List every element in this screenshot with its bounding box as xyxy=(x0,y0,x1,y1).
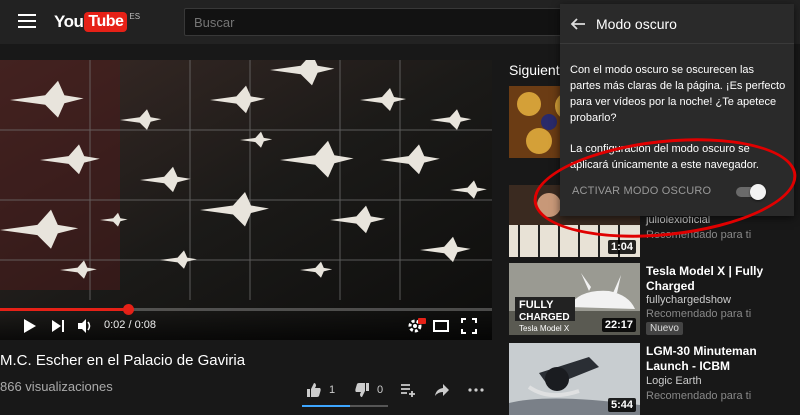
search-input[interactable] xyxy=(184,8,584,36)
volume-icon[interactable] xyxy=(76,317,94,335)
theater-mode-icon[interactable] xyxy=(432,317,450,335)
add-to-playlist-icon xyxy=(401,384,415,397)
video-thumbnail[interactable]: FULLY CHARGED Tesla Model X 22:17 xyxy=(509,263,640,335)
progress-bar[interactable] xyxy=(0,308,492,311)
channel-name[interactable]: fullychargedshow xyxy=(646,294,731,306)
like-button[interactable]: 1 xyxy=(305,379,335,401)
dislike-count: 0 xyxy=(377,384,384,396)
channel-name[interactable]: Logic Earth xyxy=(646,375,702,387)
popup-browser-note: La configuración del modo oscuro se apli… xyxy=(570,143,759,171)
fullscreen-icon[interactable] xyxy=(460,317,478,335)
time-readout: 0:02 / 0:08 xyxy=(104,319,156,331)
gear-icon[interactable] xyxy=(406,317,426,335)
video-duration: 22:17 xyxy=(601,318,636,332)
view-count: 866 visualizaciones xyxy=(0,379,113,394)
popup-header: Modo oscuro xyxy=(560,4,794,44)
video-title-link[interactable]: LGM-30 Minuteman Launch - ICBM xyxy=(646,344,796,374)
logo-tube-text: Tube xyxy=(84,12,128,32)
thumbs-up-icon xyxy=(307,383,321,397)
play-icon[interactable] xyxy=(20,317,38,335)
sidebar-video-item[interactable]: 5:44 LGM-30 Minuteman Launch - ICBM Logi… xyxy=(509,343,800,415)
arrow-left-icon[interactable] xyxy=(569,15,587,33)
video-player[interactable]: 0:02 / 0:08 xyxy=(0,60,492,340)
youtube-logo[interactable]: You Tube ES xyxy=(54,11,140,33)
video-title-link[interactable]: Tesla Model X | Fully Charged xyxy=(646,264,796,294)
toggle-knob xyxy=(750,184,766,200)
logo-region-code: ES xyxy=(129,12,141,21)
new-badge: Nuevo xyxy=(646,322,683,335)
more-button[interactable] xyxy=(467,379,485,401)
thumbs-down-icon xyxy=(355,383,369,397)
recommended-label: Recomendado para ti xyxy=(646,390,752,402)
share-button[interactable] xyxy=(433,379,451,401)
video-frame xyxy=(0,60,492,340)
logo-you-text: You xyxy=(54,12,84,31)
recommended-label: Recomendado para ti xyxy=(646,229,752,241)
dark-mode-toggle-label: ACTIVAR MODO OSCURO xyxy=(572,185,712,197)
dislike-button[interactable]: 0 xyxy=(353,379,383,401)
like-count: 1 xyxy=(329,384,336,396)
thumb-text-line3: Tesla Model X xyxy=(519,324,570,333)
sidebar-video-item[interactable]: FULLY CHARGED Tesla Model X 22:17 Tesla … xyxy=(509,263,800,335)
hamburger-icon[interactable] xyxy=(18,14,36,28)
share-icon xyxy=(435,384,449,396)
thumb-text-line2: CHARGED xyxy=(519,312,570,323)
video-duration: 5:44 xyxy=(607,398,636,412)
add-to-playlist-button[interactable] xyxy=(399,379,417,401)
thumb-text-line1: FULLY xyxy=(519,299,554,311)
up-next-heading: Siguiente xyxy=(509,62,568,78)
popup-title: Modo oscuro xyxy=(596,16,677,32)
more-icon xyxy=(468,388,484,392)
video-title: M.C. Escher en el Palacio de Gaviria xyxy=(0,352,246,369)
player-controls: 0:02 / 0:08 xyxy=(0,312,492,340)
video-duration: 1:04 xyxy=(607,240,636,254)
skip-next-icon[interactable] xyxy=(50,317,66,335)
dark-mode-popup: Modo oscuro Con el modo oscuro se oscure… xyxy=(560,4,794,216)
like-ratio-bar xyxy=(302,405,388,407)
popup-description: Con el modo oscuro se oscurecen las part… xyxy=(570,64,786,124)
video-thumbnail[interactable]: 5:44 xyxy=(509,343,640,415)
recommended-label: Recomendado para ti xyxy=(646,308,752,320)
progress-fill xyxy=(0,308,123,311)
dark-mode-toggle[interactable] xyxy=(736,184,766,200)
